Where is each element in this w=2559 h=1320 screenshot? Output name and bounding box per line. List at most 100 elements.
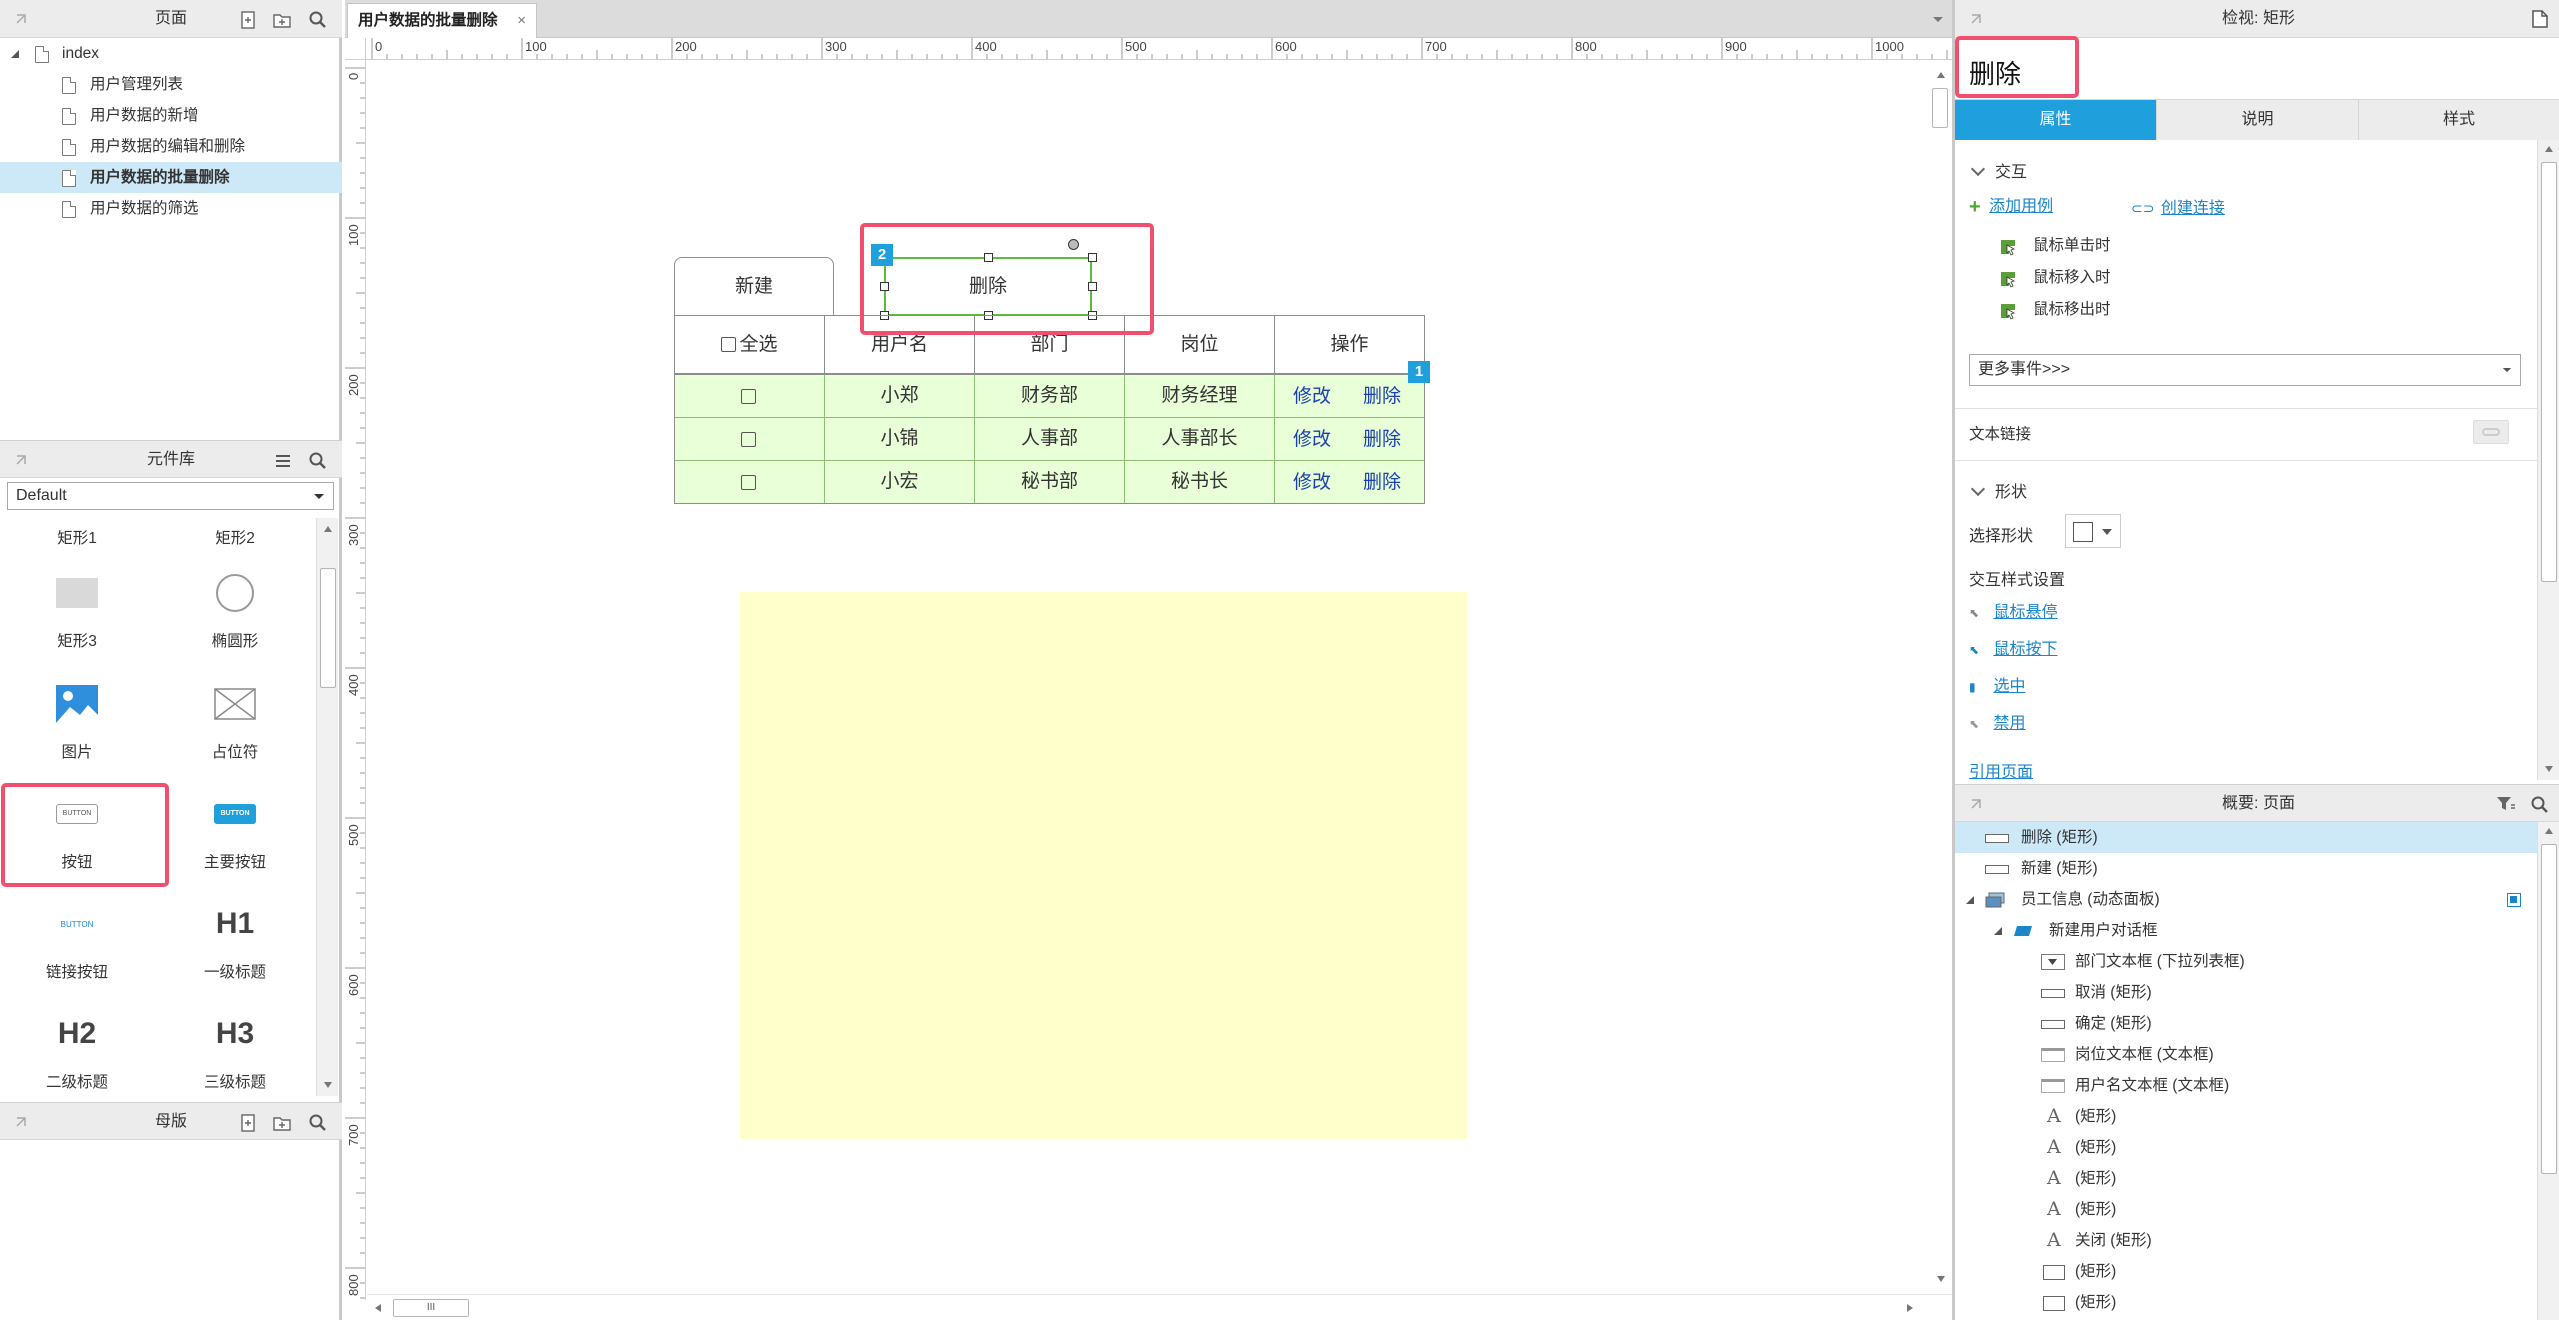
tree-item-page[interactable]: 用户管理列表 [0, 69, 342, 100]
notes-page-icon[interactable] [2532, 10, 2548, 28]
widget-image[interactable]: 图片 [2, 674, 152, 774]
scroll-up-icon[interactable] [2545, 828, 2553, 834]
outline-item[interactable]: (矩形) [1955, 1287, 2542, 1318]
scrollbar-thumb[interactable] [1932, 88, 1948, 128]
header-select-all[interactable]: 全选 [674, 315, 825, 374]
tree-item-page[interactable]: 用户数据的编辑和删除 [0, 131, 342, 162]
checkbox[interactable] [721, 337, 737, 352]
scroll-up-icon[interactable] [1937, 72, 1945, 78]
more-events-select[interactable]: 更多事件>>> [1969, 354, 2521, 386]
scroll-right-icon[interactable] [1907, 1304, 1913, 1312]
add-page-icon[interactable] [238, 10, 258, 30]
library-scrollbar[interactable] [316, 518, 338, 1096]
collapse-arrow-icon[interactable] [1969, 797, 1983, 811]
outline-item[interactable]: 确定 (矩形) [1955, 1008, 2542, 1039]
checkbox[interactable] [741, 389, 756, 404]
add-case-link[interactable]: + 添加用例 [1969, 192, 2053, 219]
outline-item[interactable]: A (矩形) [1955, 1101, 2542, 1132]
event-item[interactable]: 鼠标移入时 [1999, 264, 2111, 292]
scroll-up-icon[interactable] [324, 526, 332, 532]
event-item[interactable]: 鼠标移出时 [1999, 296, 2111, 324]
tree-item-page[interactable]: 用户数据的新增 [0, 100, 342, 131]
outline-item[interactable]: 用户名文本框 (文本框) [1955, 1070, 2542, 1101]
tree-item-page-selected[interactable]: 用户数据的批量删除 [0, 162, 342, 193]
outline-item[interactable]: A 关闭 (矩形) [1955, 1225, 2542, 1256]
widget-rect3[interactable]: 矩形3 [2, 563, 152, 663]
expand-triangle-icon[interactable] [10, 49, 20, 59]
new-button[interactable]: 新建 [674, 257, 834, 316]
checkbox[interactable] [741, 475, 756, 490]
outline-item[interactable]: (矩形) [1955, 1256, 2542, 1287]
search-icon[interactable] [308, 10, 328, 30]
widget-primary-button[interactable]: BUTTON 主要按钮 [160, 784, 310, 884]
edit-link[interactable]: 修改 [1293, 375, 1331, 419]
edit-link[interactable]: 修改 [1293, 418, 1331, 462]
tab-style[interactable]: 样式 [2359, 100, 2559, 140]
tab-notes[interactable]: 说明 [2157, 100, 2359, 140]
outline-item[interactable]: 新建用户对话框 [1955, 915, 2542, 946]
outline-item[interactable]: 岗位文本框 (文本框) [1955, 1039, 2542, 1070]
outline-item[interactable]: 员工信息 (动态面板) [1955, 884, 2542, 915]
library-select[interactable]: Default [7, 482, 334, 510]
delete-link[interactable]: 删除 [1363, 461, 1401, 505]
expand-triangle-icon[interactable] [1993, 926, 2003, 936]
outline-scrollbar[interactable] [2537, 822, 2559, 1320]
search-icon[interactable] [2530, 795, 2550, 815]
event-item[interactable]: 鼠标单击时 [1999, 232, 2111, 260]
shape-picker[interactable] [2065, 514, 2121, 548]
delete-link[interactable]: 删除 [1363, 375, 1401, 419]
add-master-icon[interactable] [238, 1113, 258, 1133]
style-link-mousedown[interactable]: ⬉ 鼠标按下 [1969, 635, 2057, 659]
filter-icon[interactable] [2496, 796, 2516, 812]
add-folder-icon[interactable] [272, 10, 292, 30]
checkbox[interactable] [741, 432, 756, 447]
outline-item[interactable]: 部门文本框 (下拉列表框) [1955, 946, 2542, 977]
collapse-arrow-icon[interactable] [1969, 12, 1983, 26]
dialog-panel-area[interactable] [740, 592, 1467, 1139]
outline-item[interactable]: 新建 (矩形) [1955, 853, 2542, 884]
scroll-left-icon[interactable] [375, 1304, 381, 1312]
text-link-button[interactable] [2473, 420, 2509, 444]
expand-triangle-icon[interactable] [1965, 895, 1975, 905]
section-shape[interactable]: 形状 [1970, 478, 2027, 502]
scrollbar-thumb[interactable] [2541, 844, 2557, 1174]
scroll-down-icon[interactable] [1937, 1276, 1945, 1282]
outline-item[interactable]: 取消 (矩形) [1955, 977, 2542, 1008]
scrollbar-thumb[interactable]: III [393, 1299, 469, 1317]
search-icon[interactable] [308, 451, 328, 471]
design-canvas[interactable]: 新建 删除 2 全选 用户名 部门 岗位 操作 小郑 财务部 财务经理 修改 删… [367, 60, 1952, 1294]
section-interaction[interactable]: 交互 [1970, 158, 2027, 182]
canvas-hscrollbar[interactable]: III [367, 1294, 1952, 1320]
scrollbar-thumb[interactable] [320, 568, 336, 688]
tab-current-page[interactable]: 用户数据的批量删除 × [347, 3, 537, 38]
add-folder-icon[interactable] [272, 1113, 292, 1133]
widget-h3[interactable]: H3 三级标题 [160, 1004, 310, 1098]
menu-icon[interactable] [273, 451, 293, 471]
style-link-hover[interactable]: ⬉ 鼠标悬停 [1969, 598, 2057, 622]
tab-properties[interactable]: 属性 [1955, 100, 2157, 140]
canvas-vscrollbar[interactable] [1929, 60, 1952, 1294]
scrollbar-thumb[interactable] [2541, 162, 2557, 582]
close-icon[interactable]: × [517, 4, 526, 38]
style-link-disabled[interactable]: ⬉ 禁用 [1969, 709, 2025, 733]
style-link-selected[interactable]: ▮ 选中 [1969, 672, 2025, 696]
outline-item[interactable]: 删除 (矩形) [1955, 822, 2542, 853]
tree-item-index[interactable]: index [0, 38, 342, 69]
outline-item[interactable]: A (矩形) [1955, 1194, 2542, 1225]
scroll-down-icon[interactable] [2545, 766, 2553, 772]
scroll-down-icon[interactable] [324, 1082, 332, 1088]
chevron-down-icon[interactable] [1932, 16, 1944, 24]
widget-h2[interactable]: H2 二级标题 [2, 1004, 152, 1098]
widget-placeholder[interactable]: 占位符 [160, 674, 310, 774]
tree-item-page[interactable]: 用户数据的筛选 [0, 193, 342, 224]
outline-item[interactable]: A (矩形) [1955, 1163, 2542, 1194]
widget-h1[interactable]: H1 一级标题 [160, 894, 310, 994]
delete-link[interactable]: 删除 [1363, 418, 1401, 462]
scroll-up-icon[interactable] [2545, 146, 2553, 152]
search-icon[interactable] [308, 1113, 328, 1133]
widget-link-button[interactable]: BUTTON 链接按钮 [2, 894, 152, 994]
panel-badge-icon[interactable] [2507, 893, 2521, 907]
inspector-scrollbar[interactable] [2537, 140, 2559, 780]
edit-link[interactable]: 修改 [1293, 461, 1331, 505]
create-link-link[interactable]: ⊂⊃ 创建连接 [2131, 194, 2225, 218]
